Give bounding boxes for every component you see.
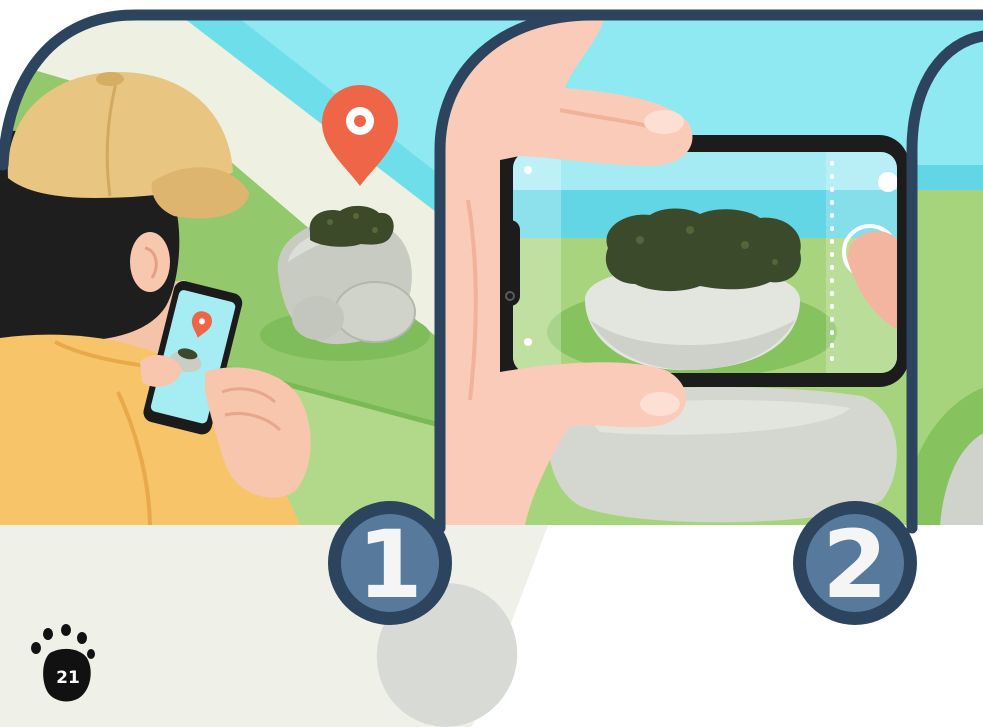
step-badge-1: 1 (328, 501, 452, 625)
cap-button (96, 72, 124, 86)
moss-speckle (353, 213, 359, 219)
fingernail-top (644, 110, 684, 134)
boy-ear (130, 232, 170, 292)
paw-toe (31, 642, 41, 654)
screen-moss-speckle (686, 226, 694, 234)
pin-center (354, 115, 366, 127)
screen-dot-top (524, 166, 532, 174)
phone-screen (513, 152, 897, 373)
screen-moss-speckle (636, 236, 644, 244)
paw-toe (43, 628, 53, 640)
paw-toe (87, 649, 95, 659)
screen-moss-speckle (741, 241, 749, 249)
screen-moss-speckle (772, 259, 778, 265)
screen-left-overlay (513, 152, 561, 373)
logo-number: 21 (56, 668, 80, 688)
small-rock-left (292, 296, 344, 340)
moss-speckle (327, 219, 333, 225)
paw-toe (77, 632, 87, 644)
step-number: 2 (822, 511, 887, 620)
step-badge-2: 2 (793, 501, 917, 625)
phone-notch (500, 220, 520, 306)
moss-speckle (372, 227, 378, 233)
small-rock (334, 281, 416, 343)
fingernail-thumb (640, 392, 680, 416)
step-number: 1 (357, 511, 422, 620)
panel-2-scene (440, 15, 983, 525)
step-illustration: 1 2 21 (0, 0, 983, 727)
paw-toe (61, 624, 71, 636)
camera-mode-dot-icon (878, 172, 897, 192)
screen-dot-bottom (524, 338, 532, 346)
phone (495, 135, 909, 387)
screen-moss (605, 208, 801, 292)
